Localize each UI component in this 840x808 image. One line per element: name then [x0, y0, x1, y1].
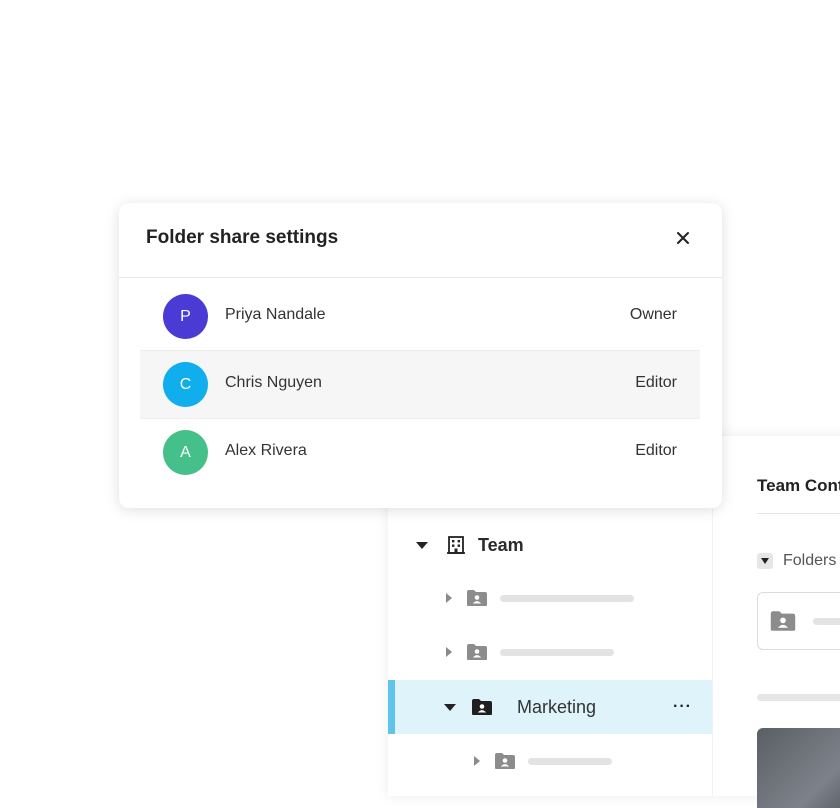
member-row[interactable]: A Alex Rivera Editor — [140, 419, 700, 486]
divider — [757, 513, 840, 514]
member-name: Alex Rivera — [225, 442, 307, 459]
tree-item-marketing[interactable]: Marketing ··· — [388, 680, 712, 734]
caret-down-icon[interactable] — [416, 541, 428, 549]
caret-right-icon[interactable] — [446, 593, 452, 603]
avatar: C — [163, 362, 208, 407]
member-row[interactable]: C Chris Nguyen Editor — [140, 351, 700, 419]
tree-item-folder[interactable] — [388, 571, 712, 625]
shared-folder-icon — [466, 643, 488, 661]
placeholder-bar — [813, 618, 840, 625]
placeholder-bar — [528, 757, 612, 765]
placeholder-bar — [500, 594, 634, 602]
tree-item-team[interactable]: Team — [388, 518, 712, 572]
selection-indicator — [388, 680, 395, 734]
content-title: Team Cont — [757, 476, 840, 495]
member-name: Chris Nguyen — [225, 374, 322, 391]
tree-item-label: Team — [478, 534, 524, 555]
tree-item-folder[interactable] — [388, 734, 712, 788]
avatar: A — [163, 430, 208, 475]
shared-folder-icon — [466, 589, 488, 607]
member-role[interactable]: Editor — [635, 374, 677, 392]
member-role[interactable]: Owner — [630, 306, 677, 324]
avatar: P — [163, 294, 208, 339]
folder-card[interactable] — [757, 592, 840, 650]
member-row[interactable]: P Priya Nandale Owner — [140, 283, 700, 351]
content-pane: Team Cont Folders — [712, 436, 840, 808]
close-icon — [677, 232, 689, 244]
tree-item-folder[interactable] — [388, 625, 712, 679]
folders-label: Folders — [783, 552, 837, 569]
member-role[interactable]: Editor — [635, 442, 677, 460]
caret-down-icon[interactable] — [757, 553, 773, 569]
shared-folder-icon — [769, 610, 797, 632]
more-icon[interactable]: ··· — [673, 698, 692, 716]
tree-item-label: Marketing — [517, 696, 597, 717]
dialog-title: Folder share settings — [146, 227, 339, 248]
close-button[interactable] — [670, 225, 696, 251]
thumbnail-image[interactable] — [757, 728, 840, 808]
member-name: Priya Nandale — [225, 306, 326, 323]
folders-section-toggle[interactable]: Folders — [757, 552, 836, 570]
placeholder-bar — [757, 694, 840, 701]
dialog-header: Folder share settings — [119, 203, 722, 278]
caret-down-icon[interactable] — [444, 703, 456, 711]
building-icon — [446, 535, 466, 555]
caret-right-icon[interactable] — [446, 647, 452, 657]
caret-right-icon[interactable] — [474, 756, 480, 766]
share-settings-dialog: Folder share settings P Priya Nandale Ow… — [119, 203, 722, 508]
shared-folder-icon — [471, 698, 493, 716]
shared-folder-icon — [494, 752, 516, 770]
placeholder-bar — [500, 648, 614, 656]
